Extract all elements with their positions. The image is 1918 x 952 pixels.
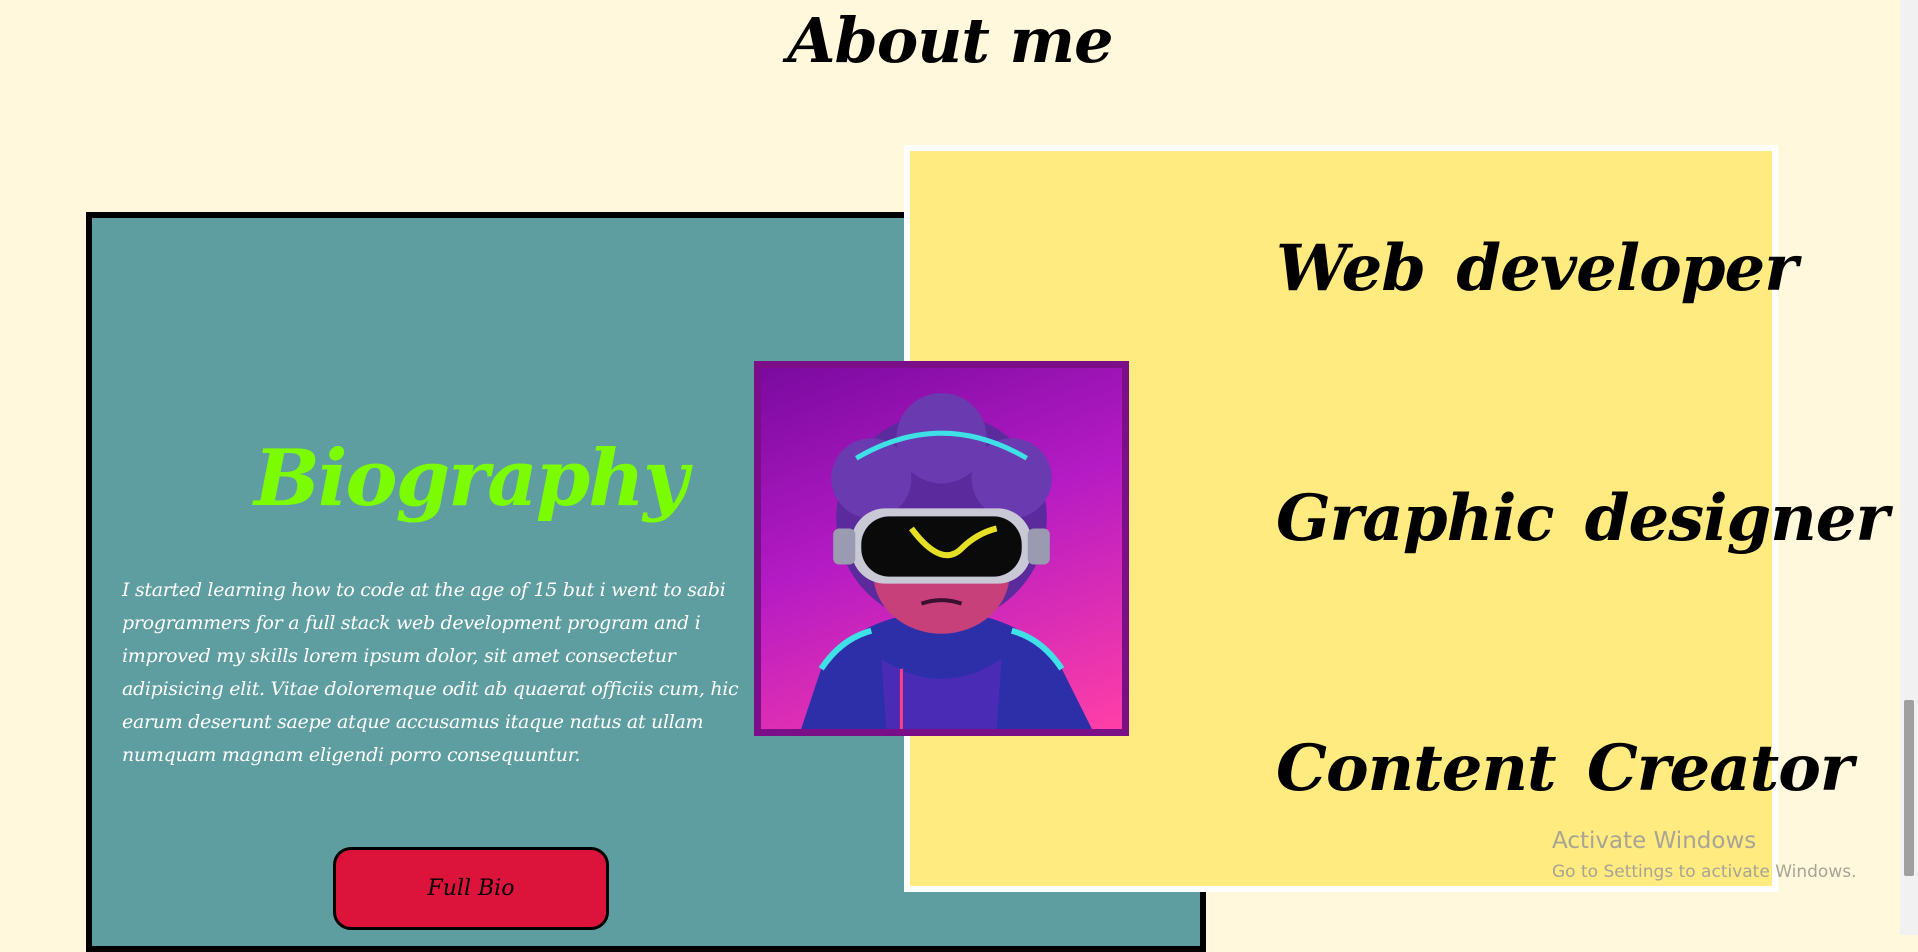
vertical-scrollbar[interactable] xyxy=(1900,0,1918,935)
role-graphic-designer: Graphic designer xyxy=(1276,481,1889,556)
windows-activation-watermark: Activate Windows Go to Settings to activ… xyxy=(1552,828,1857,882)
role-web-developer: Web developer xyxy=(1276,231,1798,306)
vr-headset-character-icon xyxy=(801,393,1092,729)
biography-heading: Biography xyxy=(254,433,688,524)
avatar xyxy=(754,361,1129,736)
role-content-creator: Content Creator xyxy=(1276,731,1854,806)
biography-text: I started learning how to code at the ag… xyxy=(122,579,739,766)
full-bio-button-label: Full Bio xyxy=(427,876,515,901)
full-bio-button[interactable]: Full Bio xyxy=(333,847,609,930)
watermark-subtitle: Go to Settings to activate Windows. xyxy=(1552,862,1857,882)
watermark-title: Activate Windows xyxy=(1552,828,1757,854)
scrollbar-thumb[interactable] xyxy=(1904,700,1914,876)
page-title: About me xyxy=(787,4,1113,77)
